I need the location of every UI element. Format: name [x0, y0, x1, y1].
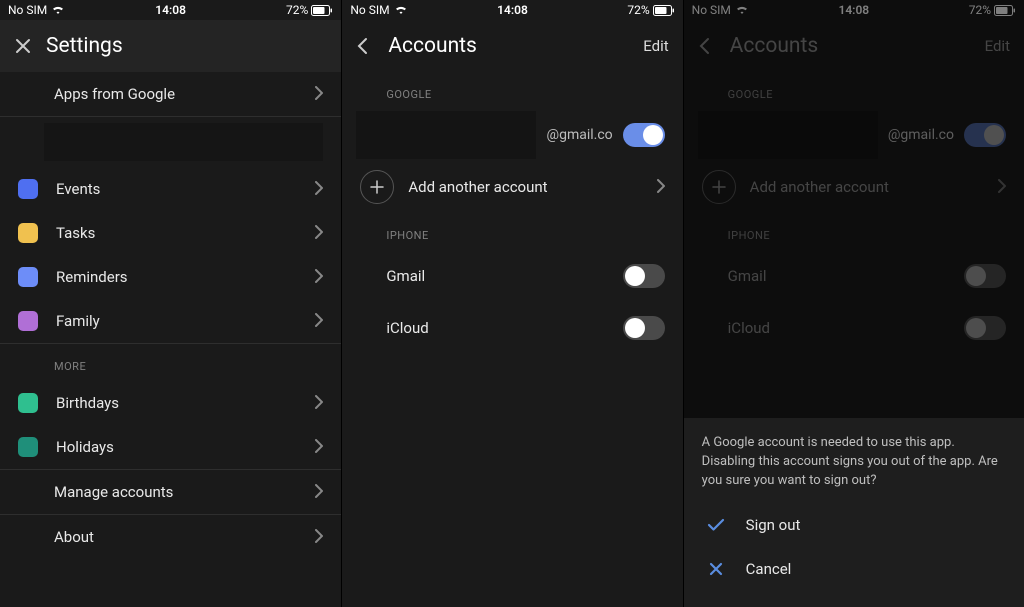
check-icon — [702, 518, 730, 532]
page-title: Accounts — [388, 34, 643, 58]
screen-settings: No SIM 14:08 72% Settings Apps f — [0, 0, 341, 607]
accounts-header: Accounts Edit — [342, 20, 682, 72]
row-birthdays[interactable]: Birthdays — [0, 381, 341, 425]
back-icon[interactable] — [356, 37, 388, 55]
chevron-right-icon — [315, 394, 323, 413]
row-label: Apps from Google — [54, 85, 315, 103]
signout-confirm-sheet: A Google account is needed to use this a… — [684, 418, 1024, 607]
row-label: Gmail — [360, 267, 622, 285]
clock-text: 14:08 — [497, 3, 528, 17]
row-holidays[interactable]: Holidays — [0, 425, 341, 469]
screen-accounts: No SIM 14:08 72% Accounts Edit Google @g… — [341, 0, 682, 607]
settings-header: Settings — [0, 20, 341, 72]
google-account-row[interactable]: @gmail.co — [342, 109, 682, 161]
status-bar: No SIM 14:08 72% — [0, 0, 341, 20]
color-pill-icon — [18, 179, 38, 199]
section-label-more: More — [0, 344, 341, 381]
battery-text: 72% — [286, 3, 308, 17]
row-reminders[interactable]: Reminders — [0, 255, 341, 299]
color-pill-icon — [18, 223, 38, 243]
row-label: Birthdays — [56, 394, 315, 412]
carrier-text: No SIM — [8, 3, 47, 17]
status-bar: No SIM 14:08 72% — [342, 0, 682, 20]
redacted-account-name — [44, 123, 323, 161]
chevron-right-icon — [315, 312, 323, 331]
row-about[interactable]: About — [0, 515, 341, 559]
chevron-right-icon — [315, 180, 323, 199]
row-apps-from-google[interactable]: Apps from Google — [0, 72, 341, 116]
redacted-account-name — [356, 111, 536, 159]
color-pill-icon — [18, 437, 38, 457]
color-pill-icon — [18, 267, 38, 287]
row-label: Holidays — [56, 438, 315, 456]
row-label: iCloud — [360, 319, 622, 337]
row-family[interactable]: Family — [0, 299, 341, 343]
clock-text: 14:08 — [155, 3, 186, 17]
chevron-right-icon — [315, 268, 323, 287]
cancel-action[interactable]: Cancel — [702, 547, 1006, 591]
sheet-action-label: Cancel — [746, 560, 792, 578]
page-title: Settings — [46, 34, 327, 58]
row-manage-accounts[interactable]: Manage accounts — [0, 470, 341, 514]
color-pill-icon — [18, 311, 38, 331]
carrier-text: No SIM — [350, 3, 389, 17]
sheet-action-label: Sign out — [746, 516, 801, 534]
signout-action[interactable]: Sign out — [702, 503, 1006, 547]
row-label: Family — [56, 312, 315, 330]
edit-button[interactable]: Edit — [643, 37, 668, 55]
iphone-gmail-row[interactable]: Gmail — [342, 250, 682, 302]
row-label: Add another account — [408, 178, 656, 196]
row-events[interactable]: Events — [0, 167, 341, 211]
wifi-icon — [51, 5, 65, 15]
battery-icon — [653, 5, 675, 16]
account-toggle[interactable] — [623, 316, 665, 340]
divider — [0, 116, 341, 117]
wifi-icon — [394, 5, 408, 15]
row-label: About — [54, 528, 315, 546]
chevron-right-icon — [657, 178, 665, 197]
add-account-row[interactable]: Add another account — [342, 161, 682, 213]
row-label: Events — [56, 180, 315, 198]
close-icon[interactable] — [14, 37, 46, 55]
iphone-icloud-row[interactable]: iCloud — [342, 302, 682, 354]
chevron-right-icon — [315, 85, 323, 104]
screen-accounts-confirm: No SIM 14:08 72% Accounts Edit Google @g… — [683, 0, 1024, 607]
account-toggle[interactable] — [623, 264, 665, 288]
battery-text: 72% — [627, 3, 649, 17]
battery-icon — [311, 5, 333, 16]
section-label-iphone: iPhone — [342, 213, 682, 250]
row-tasks[interactable]: Tasks — [0, 211, 341, 255]
row-label: Manage accounts — [54, 483, 315, 501]
color-pill-icon — [18, 393, 38, 413]
plus-icon — [360, 170, 394, 204]
account-toggle[interactable] — [623, 123, 665, 147]
chevron-right-icon — [315, 528, 323, 547]
close-icon — [702, 562, 730, 576]
chevron-right-icon — [315, 438, 323, 457]
section-label-google: Google — [342, 72, 682, 109]
row-label: Reminders — [56, 268, 315, 286]
sheet-message: A Google account is needed to use this a… — [702, 434, 1006, 491]
chevron-right-icon — [315, 483, 323, 502]
chevron-right-icon — [315, 224, 323, 243]
row-label: Tasks — [56, 224, 315, 242]
